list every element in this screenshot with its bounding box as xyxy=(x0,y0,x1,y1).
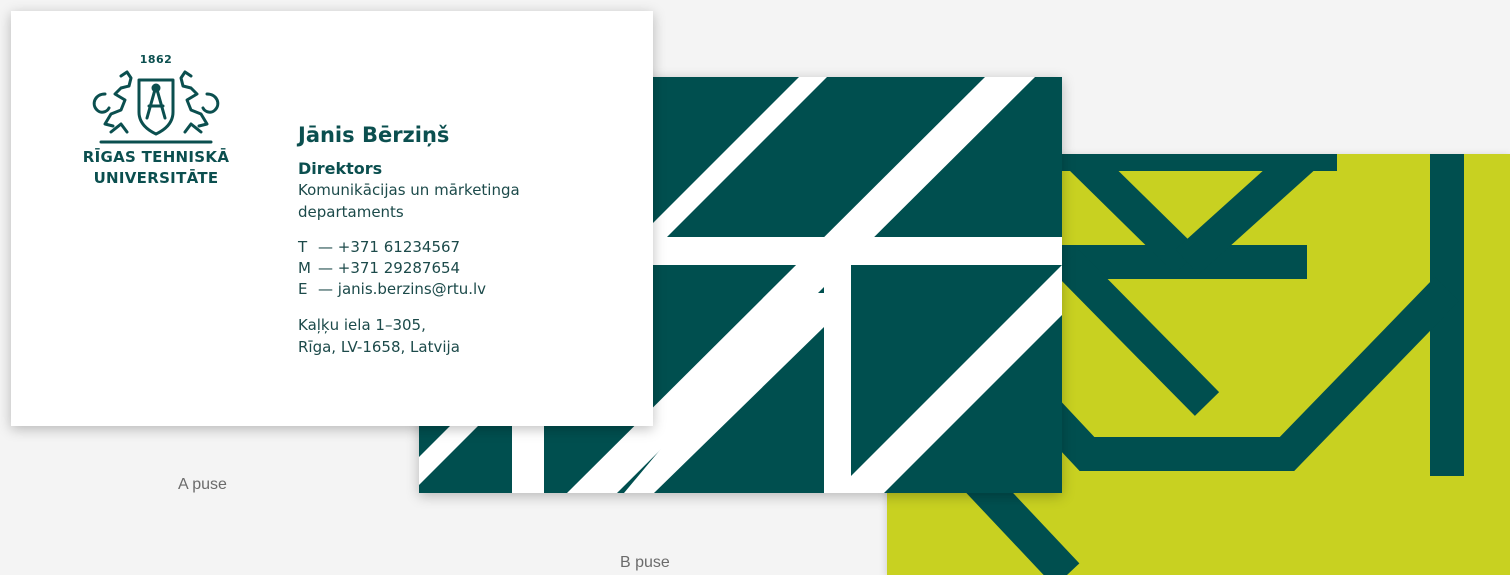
caption-b-side: B puse xyxy=(620,554,670,571)
contact-value: +371 29287654 xyxy=(337,259,461,277)
address-line-1: Kaļķu iela 1–305, xyxy=(298,316,426,334)
person-name: Jānis Bērziņš xyxy=(298,123,450,147)
contact-key: E xyxy=(298,280,308,298)
logo-name-line-1: RĪGAS TEHNISKĀ xyxy=(82,148,230,166)
logo-name-line-2: UNIVERSITĀTE xyxy=(93,169,219,187)
contact-separator: — xyxy=(318,238,333,256)
coat-of-arms-icon xyxy=(92,70,220,144)
logo-year: 1862 xyxy=(139,53,173,66)
contact-separator: — xyxy=(318,259,333,277)
contact-key: T xyxy=(298,238,308,256)
contact-mobile: M — +371 29287654 xyxy=(298,258,578,279)
contact-email: E — janis.berzins@rtu.lv xyxy=(298,279,578,300)
contact-list: T — +371 61234567 M — +371 29287654 E — jan… xyxy=(298,237,578,300)
job-title: Direktors xyxy=(298,159,383,178)
contact-value: janis.berzins@rtu.lv xyxy=(337,280,487,298)
address: Kaļķu iela 1–305, Rīga, LV-1658, Latvija xyxy=(298,314,578,358)
business-card-front: 1862 RĪGAS TEHNISKĀ UNIVERSITĀTE Jānis B… xyxy=(11,11,653,426)
contact-phone: T — +371 61234567 xyxy=(298,237,578,258)
address-line-2: Rīga, LV-1658, Latvija xyxy=(298,338,460,356)
contact-separator: — xyxy=(318,280,333,298)
contact-value: +371 61234567 xyxy=(337,238,461,256)
department: Komunikācijas un mārketinga departaments xyxy=(298,181,520,221)
contact-block: Jānis Bērziņš Direktors Komunikācijas un… xyxy=(298,123,578,358)
contact-key: M xyxy=(298,259,311,277)
rtu-logo: 1862 RĪGAS TEHNISKĀ UNIVERSITĀTE xyxy=(81,53,231,188)
caption-a-side: A puse xyxy=(178,476,227,493)
